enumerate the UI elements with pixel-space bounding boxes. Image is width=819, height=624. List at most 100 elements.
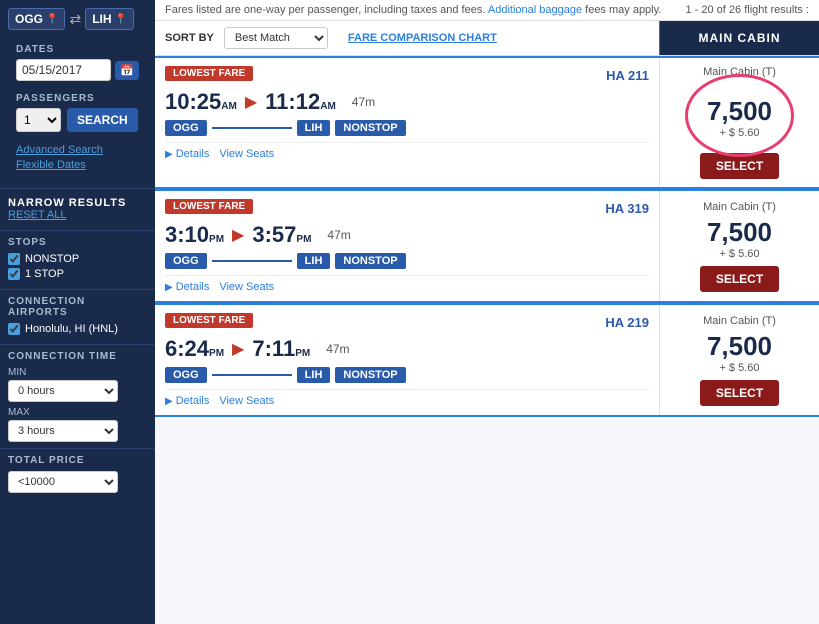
main-content: Fares listed are one-way per passenger, … xyxy=(155,0,819,624)
lowest-fare-badge-1: LOWEST FARE xyxy=(165,66,253,81)
depart-time-3: 6:24PM xyxy=(165,336,224,362)
duration-3: 47m xyxy=(326,342,349,356)
details-link-2[interactable]: ▶Details xyxy=(165,281,209,293)
flight-card-2: LOWEST FARE HA 319 3:10PM ▶ 3:57PM 47m O… xyxy=(155,189,819,303)
lowest-fare-badge-3: LOWEST FARE xyxy=(165,313,253,328)
advanced-search-link[interactable]: Advanced Search xyxy=(16,144,139,156)
flight-times-1: 10:25AM ▶ 11:12AM 47m xyxy=(165,89,649,115)
flight-number-1: HA 211 xyxy=(606,68,649,83)
main-cabin-header: MAIN CABIN xyxy=(659,21,819,55)
honolulu-checkbox[interactable] xyxy=(8,323,20,335)
view-seats-link-1[interactable]: View Seats xyxy=(219,148,274,160)
nonstop-label: NONSTOP xyxy=(25,253,79,265)
date-input[interactable] xyxy=(16,59,111,81)
sort-row: SORT BY Best MatchPriceDuration FARE COM… xyxy=(155,21,659,55)
flight-card-1: LOWEST FARE HA 211 10:25AM ▶ 11:12AM 47m… xyxy=(155,56,819,189)
connection-time-label: CONNECTION TIME xyxy=(8,351,147,362)
sidebar: OGG 📍 ⇄ LIH 📍 DATES 📅 PASSENGERS xyxy=(0,0,155,624)
miles-extra-2: + $ 5.60 xyxy=(719,248,759,260)
passengers-label: PASSENGERS xyxy=(16,93,139,104)
cabin-label-2: Main Cabin (T) xyxy=(703,201,776,213)
flight-left-2: LOWEST FARE HA 319 3:10PM ▶ 3:57PM 47m O… xyxy=(155,191,659,301)
baggage-link[interactable]: Additional baggage xyxy=(488,4,582,16)
total-price-label: TOTAL PRICE xyxy=(8,455,147,466)
min-time-label: MIN xyxy=(8,367,147,378)
dates-label: DATES xyxy=(16,44,139,55)
miles-amount-2: 7,500 xyxy=(707,217,772,248)
select-button-3[interactable]: SELECT xyxy=(700,380,779,406)
sort-select[interactable]: Best MatchPriceDuration xyxy=(224,27,328,49)
destination-pin-icon: 📍 xyxy=(115,14,127,25)
search-button[interactable]: SEARCH xyxy=(67,108,138,132)
baggage-note: fees may apply. xyxy=(585,4,661,16)
arrive-time-3: 7:11PM xyxy=(252,336,310,362)
flight-times-2: 3:10PM ▶ 3:57PM 47m xyxy=(165,222,649,248)
origin-badge-1: OGG xyxy=(165,120,207,136)
calendar-icon[interactable]: 📅 xyxy=(115,61,139,80)
arrive-time-2: 3:57PM xyxy=(252,222,311,248)
narrow-results-title: NARROW RESULTS xyxy=(8,197,126,209)
route-badges-2: OGG LIH NONSTOP xyxy=(165,253,649,269)
flight-number-2: HA 319 xyxy=(605,201,649,216)
stops-label: STOPS xyxy=(8,237,147,248)
select-button-1[interactable]: SELECT xyxy=(700,153,779,179)
destination-airport[interactable]: LIH 📍 xyxy=(85,8,134,30)
flight-right-2: Main Cabin (T) 7,500 + $ 5.60 SELECT xyxy=(659,191,819,301)
lowest-fare-badge-2: LOWEST FARE xyxy=(165,199,253,214)
flexible-dates-link[interactable]: Flexible Dates xyxy=(16,159,139,171)
top-bar: Fares listed are one-way per passenger, … xyxy=(155,0,819,21)
view-seats-link-3[interactable]: View Seats xyxy=(219,395,274,407)
details-link-3[interactable]: ▶Details xyxy=(165,395,209,407)
depart-time-1: 10:25AM xyxy=(165,89,237,115)
swap-icon[interactable]: ⇄ xyxy=(69,11,81,28)
flight-left-1: LOWEST FARE HA 211 10:25AM ▶ 11:12AM 47m… xyxy=(155,58,659,187)
one-stop-checkbox[interactable] xyxy=(8,268,20,280)
nonstop-badge-2: NONSTOP xyxy=(335,253,405,269)
reset-all-link[interactable]: RESET ALL xyxy=(8,209,147,221)
origin-pin-icon: 📍 xyxy=(46,14,58,25)
origin-badge-2: OGG xyxy=(165,253,207,269)
select-button-2[interactable]: SELECT xyxy=(700,266,779,292)
flight-right-1: Main Cabin (T) 7,500 + $ 5.60 SELECT xyxy=(659,58,819,187)
details-link-1[interactable]: ▶Details xyxy=(165,148,209,160)
flight-number-3: HA 219 xyxy=(605,315,649,330)
destination-label: LIH xyxy=(92,12,111,26)
route-badges-3: OGG LIH NONSTOP xyxy=(165,367,649,383)
flight-arrow-icon-3: ▶ xyxy=(232,339,244,359)
max-time-label: MAX xyxy=(8,407,147,418)
flight-times-3: 6:24PM ▶ 7:11PM 47m xyxy=(165,336,649,362)
passengers-select[interactable]: 123 xyxy=(16,108,61,132)
flight-arrow-icon-2: ▶ xyxy=(232,225,244,245)
sort-label: SORT BY xyxy=(165,32,214,44)
route-line-3 xyxy=(212,374,292,376)
miles-extra-1: + $ 5.60 xyxy=(719,127,759,139)
origin-badge-3: OGG xyxy=(165,367,207,383)
flight-right-3: Main Cabin (T) 7,500 + $ 5.60 SELECT xyxy=(659,305,819,415)
depart-time-2: 3:10PM xyxy=(165,222,224,248)
details-row-2: ▶Details View Seats xyxy=(165,275,649,293)
dest-badge-2: LIH xyxy=(297,253,331,269)
miles-extra-3: + $ 5.60 xyxy=(719,362,759,374)
price-select[interactable]: <10000<5000<7500 xyxy=(8,471,118,493)
max-time-select[interactable]: 3 hours4 hours5 hours xyxy=(8,420,118,442)
connection-airports-label: CONNECTION AIRPORTS xyxy=(8,296,147,318)
origin-airport[interactable]: OGG 📍 xyxy=(8,8,65,30)
flight-card-3: LOWEST FARE HA 219 6:24PM ▶ 7:11PM 47m O… xyxy=(155,303,819,417)
dest-badge-1: LIH xyxy=(297,120,331,136)
one-stop-label: 1 STOP xyxy=(25,268,64,280)
nonstop-badge-3: NONSTOP xyxy=(335,367,405,383)
duration-2: 47m xyxy=(327,228,350,242)
nonstop-checkbox[interactable] xyxy=(8,253,20,265)
duration-1: 47m xyxy=(352,95,375,109)
dest-badge-3: LIH xyxy=(297,367,331,383)
results-count: 1 - 20 of 26 flight results : xyxy=(685,4,809,16)
route-line-1 xyxy=(212,127,292,129)
details-row-1: ▶Details View Seats xyxy=(165,142,649,160)
min-time-select[interactable]: 0 hours1 hour2 hours xyxy=(8,380,118,402)
arrive-time-1: 11:12AM xyxy=(265,89,336,115)
details-row-3: ▶Details View Seats xyxy=(165,389,649,407)
fare-comparison-link[interactable]: FARE COMPARISON CHART xyxy=(348,32,497,44)
cabin-label-3: Main Cabin (T) xyxy=(703,315,776,327)
view-seats-link-2[interactable]: View Seats xyxy=(219,281,274,293)
fare-note: Fares listed are one-way per passenger, … xyxy=(165,4,485,16)
